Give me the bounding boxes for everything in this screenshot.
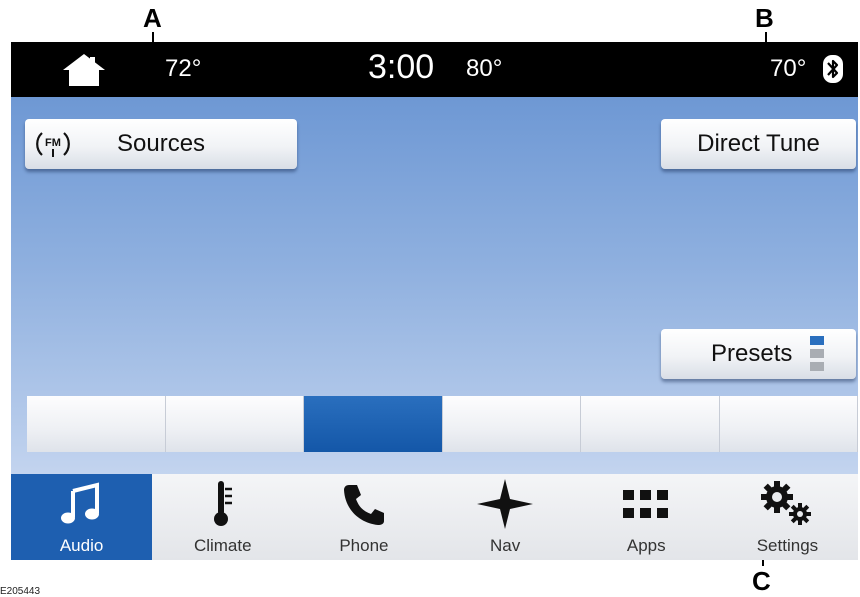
status-bar: 72° 3:00 80° 70°: [11, 42, 858, 97]
preset-slot-6[interactable]: [719, 396, 858, 452]
preset-strip: [27, 396, 858, 452]
nav-apps[interactable]: Apps: [576, 474, 717, 560]
preset-slot-1[interactable]: [27, 396, 166, 452]
nav-settings[interactable]: Settings: [717, 474, 858, 560]
preset-slot-3[interactable]: [304, 396, 443, 452]
nav-phone[interactable]: Phone: [293, 474, 434, 560]
right-temperature: 70°: [770, 55, 807, 82]
nav-climate-label: Climate: [193, 536, 252, 555]
gears-icon: [757, 476, 817, 532]
audio-main-panel: FM Sources Direct Tune Presets: [11, 97, 858, 474]
nav-audio-label: Audio: [59, 536, 104, 555]
sources-label: Sources: [117, 130, 206, 157]
nav-nav[interactable]: Nav: [435, 474, 576, 560]
sources-button[interactable]: FM Sources: [25, 119, 297, 169]
direct-tune-label: Direct Tune: [697, 130, 820, 157]
clock-time: 3:00: [368, 48, 435, 86]
apps-grid-icon: [616, 476, 676, 532]
nav-settings-label: Settings: [756, 536, 819, 555]
bluetooth-icon: [823, 55, 843, 83]
bottom-nav-bar: Audio Climate Phone Nav Apps Settings: [11, 474, 858, 560]
thermometer-icon: [193, 476, 253, 532]
preset-slot-2[interactable]: [165, 396, 304, 452]
home-icon[interactable]: [61, 52, 107, 88]
presets-button[interactable]: Presets: [661, 329, 856, 379]
phone-icon: [334, 476, 394, 532]
nav-apps-label: Apps: [626, 536, 666, 555]
presets-label: Presets: [711, 340, 793, 367]
callout-b: B: [755, 3, 774, 33]
nav-phone-label: Phone: [339, 536, 389, 555]
figure-id: E205443: [0, 586, 41, 597]
music-note-icon: [52, 476, 112, 532]
svg-text:FM: FM: [45, 137, 61, 149]
nav-climate[interactable]: Climate: [152, 474, 293, 560]
touchscreen: 72° 3:00 80° 70° FM Sources Direct Tune …: [11, 42, 858, 560]
outside-temperature: 80°: [466, 55, 503, 82]
preset-slot-4[interactable]: [442, 396, 581, 452]
compass-star-icon: [475, 476, 535, 532]
left-temperature: 72°: [165, 55, 202, 82]
direct-tune-button[interactable]: Direct Tune: [661, 119, 856, 169]
preset-page-indicator-icon: [810, 335, 825, 373]
callout-c: C: [752, 566, 771, 596]
fm-radio-icon: FM: [33, 124, 73, 164]
nav-nav-label: Nav: [489, 536, 521, 555]
preset-slot-5[interactable]: [581, 396, 720, 452]
callout-a: A: [143, 3, 162, 33]
nav-audio[interactable]: Audio: [11, 474, 153, 560]
